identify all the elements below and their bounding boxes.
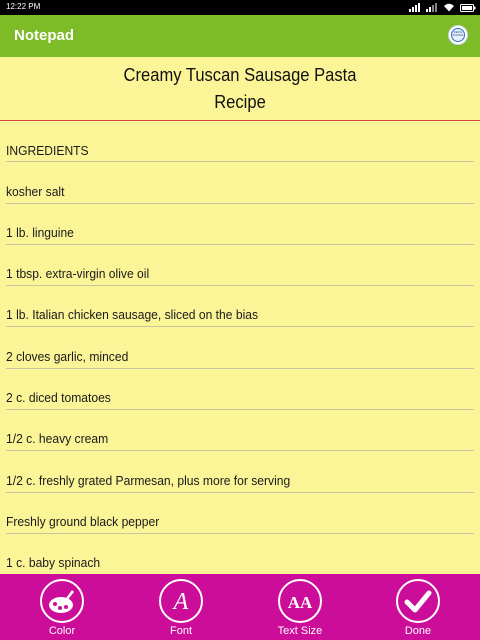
note-line: 2 c. diced tomatoes [6,369,474,411]
text-size-button-circle: AA [278,579,322,623]
note-line: kosher salt [6,162,474,204]
status-time: 12:22 PM [6,2,41,11]
note-line-text: kosher salt [6,183,65,199]
signal-icon [409,3,420,12]
note-editor[interactable]: Creamy Tuscan Sausage Pasta Recipe INGRE… [0,57,480,574]
done-button-label: Done [404,625,432,637]
done-button-circle [396,579,440,623]
checkmark-icon [404,590,432,613]
text-size-button-label: Text Size [277,625,323,637]
note-line-text: Freshly ground black pepper [6,513,160,529]
app-title: Notepad [14,27,74,44]
text-size-icon: AA [288,593,313,612]
note-body[interactable]: INGREDIENTS kosher salt 1 lb. linguine 1… [0,121,480,574]
note-line-text: 1/2 c. freshly grated Parmesan, plus mor… [6,472,291,488]
palette-icon [49,590,74,613]
font-icon-glyph: A [172,589,189,615]
note-line-text: 1 lb. Italian chicken sausage, sliced on… [6,307,259,323]
text-size-button[interactable]: AA Text Size [270,579,330,639]
signal-icon-2 [426,3,437,12]
note-line-text: 1 c. baby spinach [6,555,101,571]
app-bar: Notepad DEPLI PHONE [0,15,480,57]
note-line: 1 lb. linguine [6,204,474,245]
text-size-icon-glyph: AA [288,593,313,612]
note-title-line-2: Recipe [214,92,266,112]
note-title[interactable]: Creamy Tuscan Sausage Pasta Recipe [19,62,461,116]
note-line: 1 tbsp. extra-virgin olive oil [6,245,474,287]
note-line-text: 2 cloves garlic, minced [6,348,129,364]
color-button[interactable]: Color [32,579,92,639]
note-line: INGREDIENTS [6,121,474,163]
app-badge-text: DEPLI PHONE [452,30,464,37]
note-line: 1 lb. Italian chicken sausage, sliced on… [6,286,474,328]
note-line-text: 2 c. diced tomatoes [6,390,111,406]
app-badge-icon[interactable]: DEPLI PHONE [448,25,468,45]
note-line: 2 cloves garlic, minced [6,327,474,369]
note-line: 1 c. baby spinach [6,534,474,574]
font-button-circle: A [159,579,203,623]
bottom-toolbar: Color A Font AA Text Size Done [0,574,480,640]
note-line-text: INGREDIENTS [6,143,89,159]
note-title-line-1: Creamy Tuscan Sausage Pasta [123,65,357,85]
note-line-text: 1 tbsp. extra-virgin olive oil [6,266,150,282]
status-bar: 12:22 PM [0,0,480,15]
font-icon: A [172,589,189,615]
font-button[interactable]: A Font [151,579,211,639]
note-line-text: 1 lb. linguine [6,224,74,240]
battery-icon [460,3,476,12]
color-button-label: Color [48,625,76,637]
done-button[interactable]: Done [388,579,448,639]
font-button-label: Font [169,625,192,637]
note-line: Freshly ground black pepper [6,493,474,534]
note-line: 1/2 c. freshly grated Parmesan, plus mor… [6,451,474,493]
note-line: 1/2 c. heavy cream [6,410,474,452]
note-line-text: 1/2 c. heavy cream [6,431,109,447]
status-icons [409,2,476,13]
color-button-circle [40,579,84,623]
wifi-icon [444,3,454,12]
